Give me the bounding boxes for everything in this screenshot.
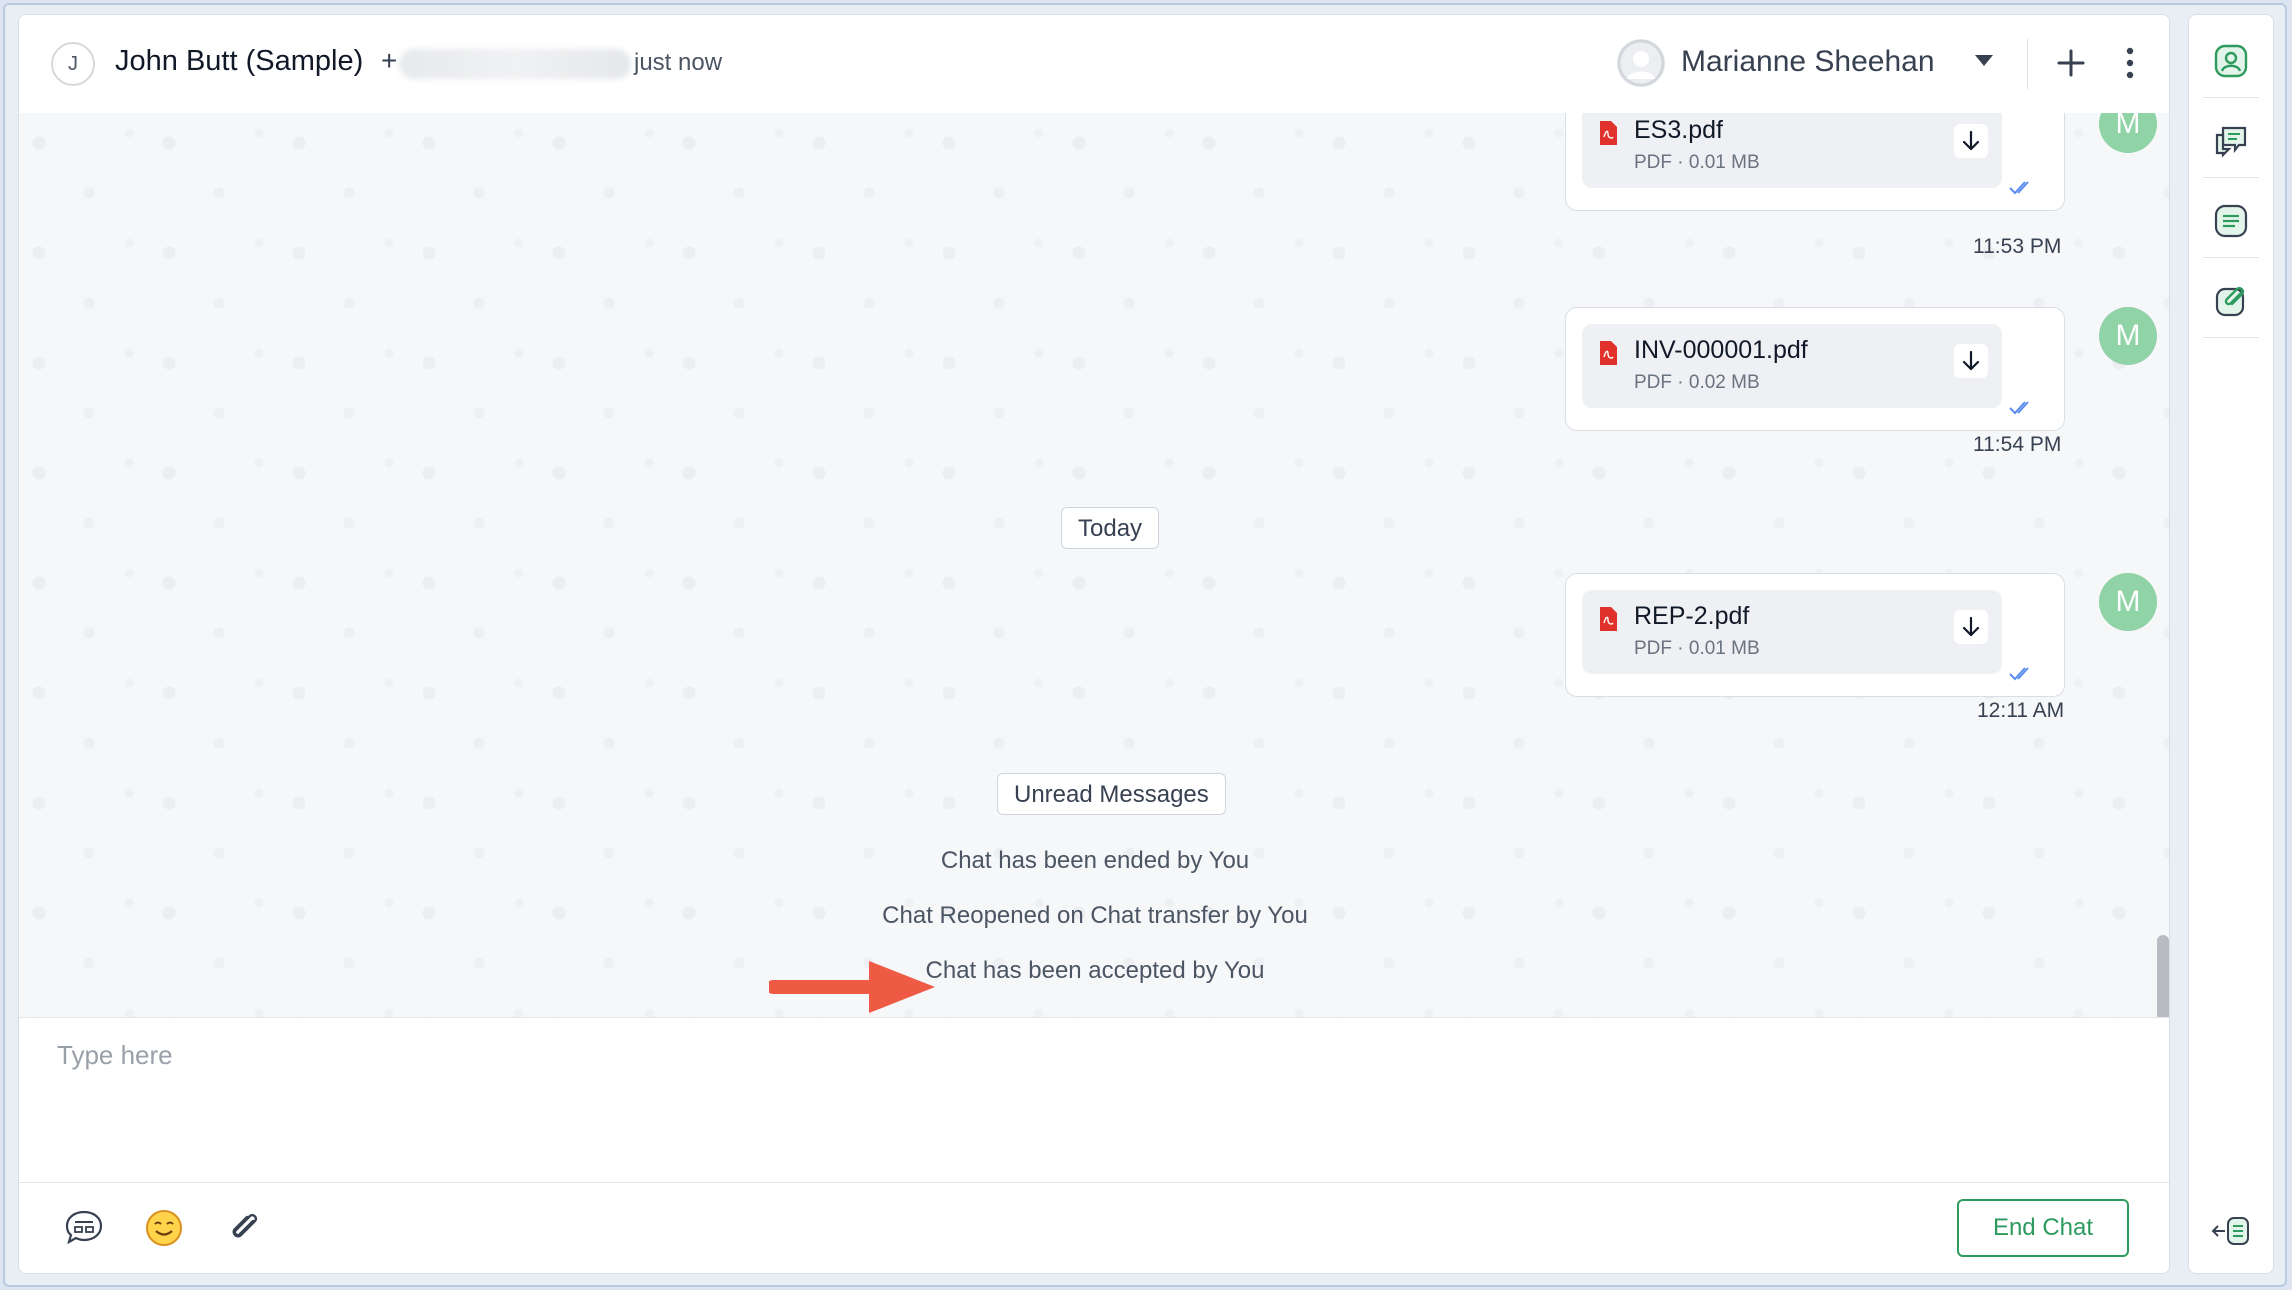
file-name: ES3.pdf [1634, 116, 1723, 144]
rail-divider [2203, 177, 2259, 178]
redacted-phone-number [399, 49, 631, 79]
message-input[interactable] [55, 1038, 2119, 1162]
scrollbar-thumb[interactable] [2157, 935, 2169, 1017]
pdf-file-icon [1600, 607, 1617, 631]
collapse-panel-icon[interactable] [2209, 1209, 2253, 1253]
rail-divider [2203, 337, 2259, 338]
agent-avatar[interactable] [1617, 39, 1665, 87]
add-icon[interactable] [2051, 41, 2091, 85]
more-options-icon[interactable] [2115, 41, 2145, 85]
system-message: Chat has been accepted by You [925, 957, 1265, 984]
rail-divider [2203, 97, 2259, 98]
header-divider [2027, 39, 2028, 89]
conversations-icon[interactable] [2209, 119, 2253, 163]
download-arrow-icon [1962, 350, 1980, 371]
annotation-arrow-icon [769, 961, 935, 1013]
file-name: REP-2.pdf [1634, 602, 1750, 630]
agent-name[interactable]: Marianne Sheehan [1681, 45, 1935, 79]
download-button[interactable] [1954, 344, 1988, 378]
contact-name[interactable]: John Butt (Sample) [115, 45, 363, 78]
composer-toolbar: End Chat [19, 1183, 2169, 1273]
system-message: Chat Reopened on Chat transfer by You [882, 902, 1308, 929]
sender-avatar: M [2099, 307, 2157, 365]
message-timestamp: 12:11 AM [1977, 699, 2065, 722]
file-attachment-card[interactable]: REP-2.pdf PDF · 0.01 MB [1582, 590, 2002, 674]
pdf-file-icon [1600, 341, 1617, 365]
message-timestamp: 11:53 PM [1973, 235, 2062, 258]
files-attachment-icon[interactable] [2209, 279, 2253, 323]
file-attachment-card[interactable]: INV-000001.pdf PDF · 0.02 MB [1582, 324, 2002, 408]
file-attachment-card[interactable]: ES3.pdf PDF · 0.01 MB [1582, 113, 2002, 188]
file-meta: PDF · 0.01 MB [1634, 638, 1760, 659]
read-receipt-icon [2009, 181, 2029, 195]
chevron-down-icon[interactable] [1975, 55, 1993, 66]
message-timestamp: 11:54 PM [1973, 433, 2062, 456]
last-seen-status: just now [634, 49, 723, 76]
message-composer [19, 1017, 2169, 1183]
pdf-file-icon [1600, 121, 1617, 145]
read-receipt-icon [2009, 667, 2029, 681]
system-message: Chat has been ended by You [940, 847, 1250, 874]
read-receipt-icon [2009, 401, 2029, 415]
sender-avatar: M [2099, 113, 2157, 153]
download-arrow-icon [1962, 130, 1980, 151]
file-message-bubble: INV-000001.pdf PDF · 0.02 MB [1565, 307, 2065, 431]
unread-separator: Unread Messages [997, 773, 1226, 815]
file-meta: PDF · 0.01 MB [1634, 152, 1760, 173]
download-arrow-icon [1962, 616, 1980, 637]
contact-profile-icon[interactable] [2209, 39, 2253, 83]
download-button[interactable] [1954, 124, 1988, 158]
file-message-bubble: REP-2.pdf PDF · 0.01 MB [1565, 573, 2065, 697]
end-chat-button[interactable]: End Chat [1957, 1199, 2129, 1257]
user-silhouette-icon [1617, 39, 1665, 87]
chat-window: J John Butt (Sample) + just now Marianne… [18, 14, 2170, 1274]
contact-avatar[interactable]: J [51, 42, 95, 86]
file-name: INV-000001.pdf [1634, 336, 1808, 364]
rail-divider [2203, 257, 2259, 258]
file-message-bubble: ES3.pdf PDF · 0.01 MB [1565, 113, 2065, 211]
notes-icon[interactable] [2209, 199, 2253, 243]
sender-avatar: M [2099, 573, 2157, 631]
download-button[interactable] [1954, 610, 1988, 644]
chat-header: J John Butt (Sample) + just now Marianne… [19, 15, 2169, 114]
contact-initial: J [68, 52, 78, 75]
file-meta: PDF · 0.02 MB [1634, 372, 1760, 393]
attachment-paperclip-icon[interactable] [223, 1207, 265, 1249]
contact-phone-prefix: + [381, 45, 398, 76]
message-list[interactable]: ES3.pdf PDF · 0.01 MB 11:53 PM M INV-000… [19, 113, 2169, 1017]
canned-response-icon[interactable] [63, 1207, 105, 1249]
date-separator: Today [1061, 507, 1160, 549]
right-side-rail [2188, 14, 2274, 1274]
emoji-icon[interactable] [143, 1207, 185, 1249]
